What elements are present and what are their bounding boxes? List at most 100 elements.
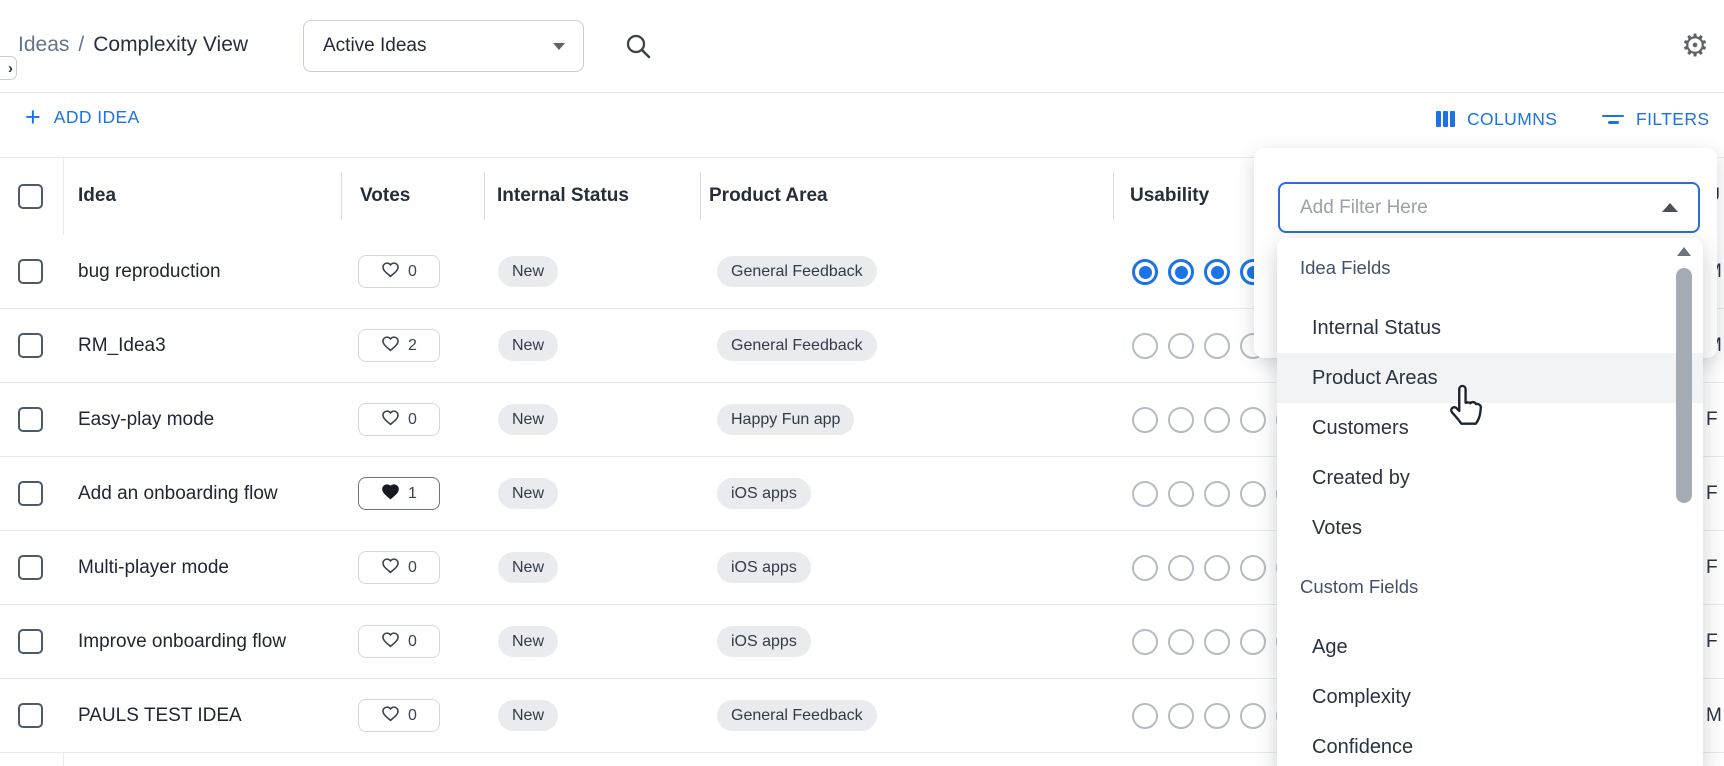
usability-radio[interactable] xyxy=(1240,555,1266,581)
internal-status-badge: New xyxy=(498,700,558,731)
clipped-cell-value: F xyxy=(1706,457,1718,531)
header-divider xyxy=(1113,172,1114,220)
vote-count: 0 xyxy=(408,633,417,651)
clipped-cell-value: F xyxy=(1706,531,1718,605)
add-idea-label: ADD IDEA xyxy=(54,107,140,128)
product-area-badge: General Feedback xyxy=(717,256,877,287)
add-filter-input[interactable]: Add Filter Here xyxy=(1278,182,1700,233)
internal-status-badge: New xyxy=(498,478,558,509)
internal-status-badge: New xyxy=(498,404,558,435)
vote-button[interactable]: 0 xyxy=(358,625,440,658)
idea-title[interactable]: bug reproduction xyxy=(78,235,221,309)
usability-radio[interactable] xyxy=(1168,629,1194,655)
scroll-up-arrow-icon[interactable] xyxy=(1676,244,1692,258)
product-area-badge: Happy Fun app xyxy=(717,404,854,435)
heart-icon xyxy=(381,556,400,579)
usability-radio[interactable] xyxy=(1240,703,1266,729)
row-checkbox[interactable] xyxy=(18,333,43,358)
heart-icon xyxy=(381,260,400,283)
breadcrumb: Ideas / Complexity View xyxy=(18,33,248,57)
plus-icon: + xyxy=(25,104,41,131)
idea-title[interactable]: Improve onboarding flow xyxy=(78,605,286,679)
usability-radio[interactable] xyxy=(1240,629,1266,655)
idea-title[interactable]: RM_Idea3 xyxy=(78,309,166,383)
filter-menu-item-complexity[interactable]: Complexity xyxy=(1277,672,1703,722)
menu-scrollbar-thumb[interactable] xyxy=(1676,268,1692,503)
clipped-cell-value: F xyxy=(1706,383,1718,457)
search-icon[interactable] xyxy=(622,30,654,62)
usability-radio[interactable] xyxy=(1204,555,1230,581)
row-checkbox[interactable] xyxy=(18,259,43,284)
filter-menu-item-confidence[interactable]: Confidence xyxy=(1277,722,1703,766)
usability-radio[interactable] xyxy=(1132,629,1158,655)
usability-radio[interactable] xyxy=(1168,407,1194,433)
vote-button[interactable]: 0 xyxy=(358,551,440,584)
clipped-cell-value: F xyxy=(1706,605,1718,679)
vote-button[interactable]: 0 xyxy=(358,403,440,436)
chevron-up-icon[interactable] xyxy=(1662,203,1678,212)
sidebar-expand-chevron-icon[interactable]: › xyxy=(0,56,17,80)
row-checkbox[interactable] xyxy=(18,481,43,506)
filter-menu-item-created-by[interactable]: Created by xyxy=(1277,453,1703,503)
usability-radio[interactable] xyxy=(1132,407,1158,433)
header-usability[interactable]: Usability xyxy=(1130,157,1209,235)
usability-radio[interactable] xyxy=(1168,555,1194,581)
vote-button[interactable]: 0 xyxy=(358,699,440,732)
usability-radio[interactable] xyxy=(1132,703,1158,729)
usability-radio[interactable] xyxy=(1132,555,1158,581)
filter-menu-item-customers[interactable]: Customers xyxy=(1277,403,1703,453)
vote-button[interactable]: 1 xyxy=(358,477,440,510)
usability-radio[interactable] xyxy=(1204,407,1230,433)
header-divider xyxy=(700,172,701,220)
filter-field-menu: Idea FieldsInternal StatusProduct AreasC… xyxy=(1277,238,1703,766)
gear-icon[interactable]: ⚙ xyxy=(1678,28,1712,64)
usability-radio[interactable] xyxy=(1132,333,1158,359)
usability-radio[interactable] xyxy=(1204,333,1230,359)
vote-count: 1 xyxy=(408,485,417,503)
usability-radio[interactable] xyxy=(1204,629,1230,655)
add-idea-button[interactable]: + ADD IDEA xyxy=(25,104,140,131)
vote-button[interactable]: 2 xyxy=(358,329,440,362)
internal-status-badge: New xyxy=(498,552,558,583)
usability-radio[interactable] xyxy=(1168,333,1194,359)
topbar-divider xyxy=(0,92,1724,93)
breadcrumb-ideas-link[interactable]: Ideas xyxy=(18,33,69,57)
filter-menu-item-product-areas[interactable]: Product Areas xyxy=(1277,353,1703,403)
idea-title[interactable]: Multi-player mode xyxy=(78,531,229,605)
usability-radio[interactable] xyxy=(1168,259,1194,285)
vote-count: 0 xyxy=(408,263,417,281)
row-checkbox[interactable] xyxy=(18,629,43,654)
header-votes[interactable]: Votes xyxy=(360,157,410,235)
header-internal-status[interactable]: Internal Status xyxy=(497,157,629,235)
row-checkbox[interactable] xyxy=(18,703,43,728)
row-checkbox[interactable] xyxy=(18,555,43,580)
filters-button[interactable]: FILTERS xyxy=(1602,104,1709,134)
columns-icon xyxy=(1436,111,1455,127)
product-area-badge: General Feedback xyxy=(717,330,877,361)
filter-menu-item-votes[interactable]: Votes xyxy=(1277,503,1703,553)
row-checkbox[interactable] xyxy=(18,407,43,432)
filter-menu-item-internal-status[interactable]: Internal Status xyxy=(1277,303,1703,353)
header-divider xyxy=(484,172,485,220)
idea-title[interactable]: PAULS TEST IDEA xyxy=(78,679,242,753)
usability-radio[interactable] xyxy=(1240,481,1266,507)
filters-label: FILTERS xyxy=(1636,109,1709,130)
idea-title[interactable]: Easy-play mode xyxy=(78,383,214,457)
usability-radio[interactable] xyxy=(1132,481,1158,507)
select-all-checkbox[interactable] xyxy=(18,184,43,209)
header-idea[interactable]: Idea xyxy=(78,157,116,235)
view-select-dropdown[interactable]: Active Ideas xyxy=(303,20,584,72)
usability-radio[interactable] xyxy=(1240,407,1266,433)
columns-button[interactable]: COLUMNS xyxy=(1436,104,1557,134)
usability-radio[interactable] xyxy=(1132,259,1158,285)
usability-radio[interactable] xyxy=(1168,481,1194,507)
header-product-area[interactable]: Product Area xyxy=(709,157,828,235)
vote-count: 0 xyxy=(408,707,417,725)
usability-radio[interactable] xyxy=(1204,481,1230,507)
filter-menu-item-age[interactable]: Age xyxy=(1277,622,1703,672)
vote-button[interactable]: 0 xyxy=(358,255,440,288)
idea-title[interactable]: Add an onboarding flow xyxy=(78,457,278,531)
usability-radio[interactable] xyxy=(1168,703,1194,729)
usability-radio[interactable] xyxy=(1204,703,1230,729)
usability-radio[interactable] xyxy=(1204,259,1230,285)
